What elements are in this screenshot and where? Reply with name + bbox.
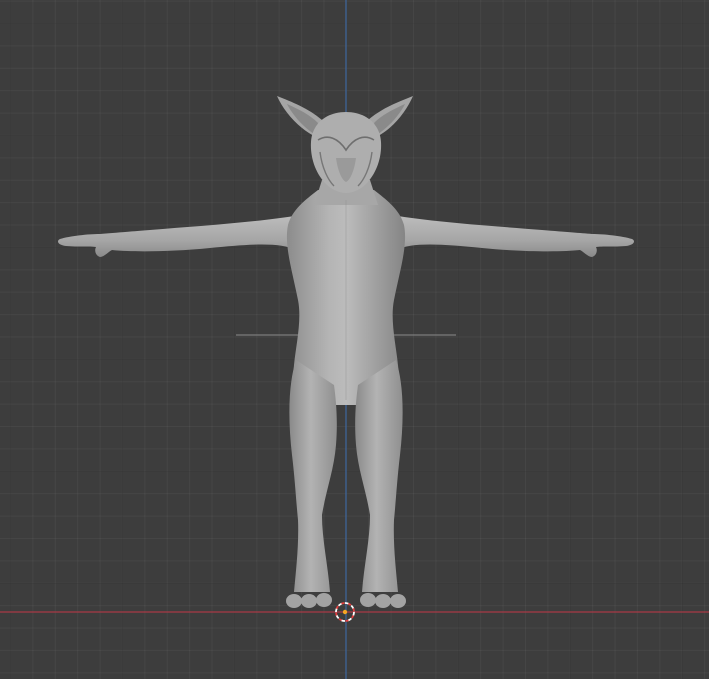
left-leg <box>289 360 337 592</box>
right-leg <box>355 360 403 592</box>
viewport-scene[interactable] <box>0 0 709 679</box>
left-foot <box>286 593 332 608</box>
right-foot <box>360 593 406 608</box>
right-arm <box>392 215 634 257</box>
left-arm <box>58 215 300 257</box>
3d-viewport[interactable] <box>0 0 709 679</box>
